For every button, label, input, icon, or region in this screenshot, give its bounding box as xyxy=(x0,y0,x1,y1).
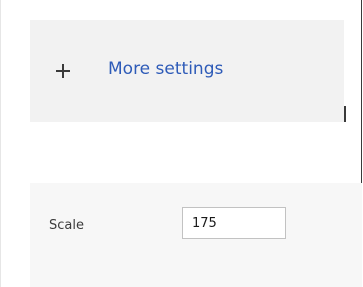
print-settings-pane: More settings Scale xyxy=(0,0,362,287)
pane-left-edge xyxy=(0,0,1,287)
more-settings-label: More settings xyxy=(108,59,224,79)
scrollbar-thumb[interactable] xyxy=(344,106,346,122)
scale-input[interactable] xyxy=(182,207,286,239)
more-settings-button[interactable]: More settings xyxy=(30,20,344,122)
plus-icon xyxy=(54,62,72,80)
scale-label: Scale xyxy=(49,218,84,233)
